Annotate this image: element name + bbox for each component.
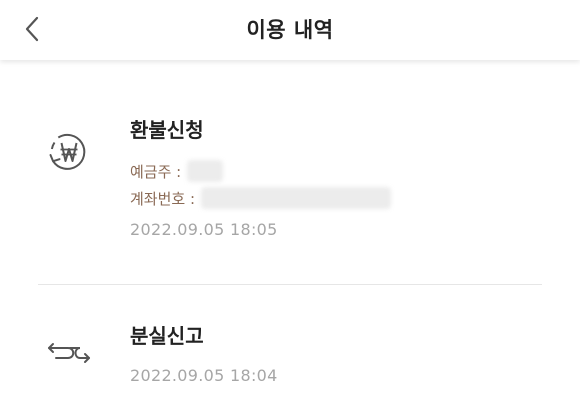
account-holder-label: 예금주 : [130,162,182,181]
redacted-account-holder [187,160,224,182]
top-app-bar: 이용 내역 [0,0,580,60]
usage-history-list: 환불신청 예금주 : 계좌번호 : 2022.09.05 18:05 분실신고 … [0,60,580,420]
list-divider [38,284,542,285]
page-title: 이용 내역 [246,18,334,42]
item-title: 분실신고 [130,324,204,348]
won-refund-icon [49,133,86,170]
transfer-arrows-icon [48,343,90,363]
account-number-row: 계좌번호 : [130,187,392,209]
redacted-account-number [201,187,392,209]
item-timestamp: 2022.09.05 18:04 [130,366,278,385]
account-holder-row: 예금주 : [130,160,224,182]
item-timestamp: 2022.09.05 18:05 [130,220,278,239]
account-number-label: 계좌번호 : [130,189,196,208]
item-title: 환불신청 [130,118,204,142]
